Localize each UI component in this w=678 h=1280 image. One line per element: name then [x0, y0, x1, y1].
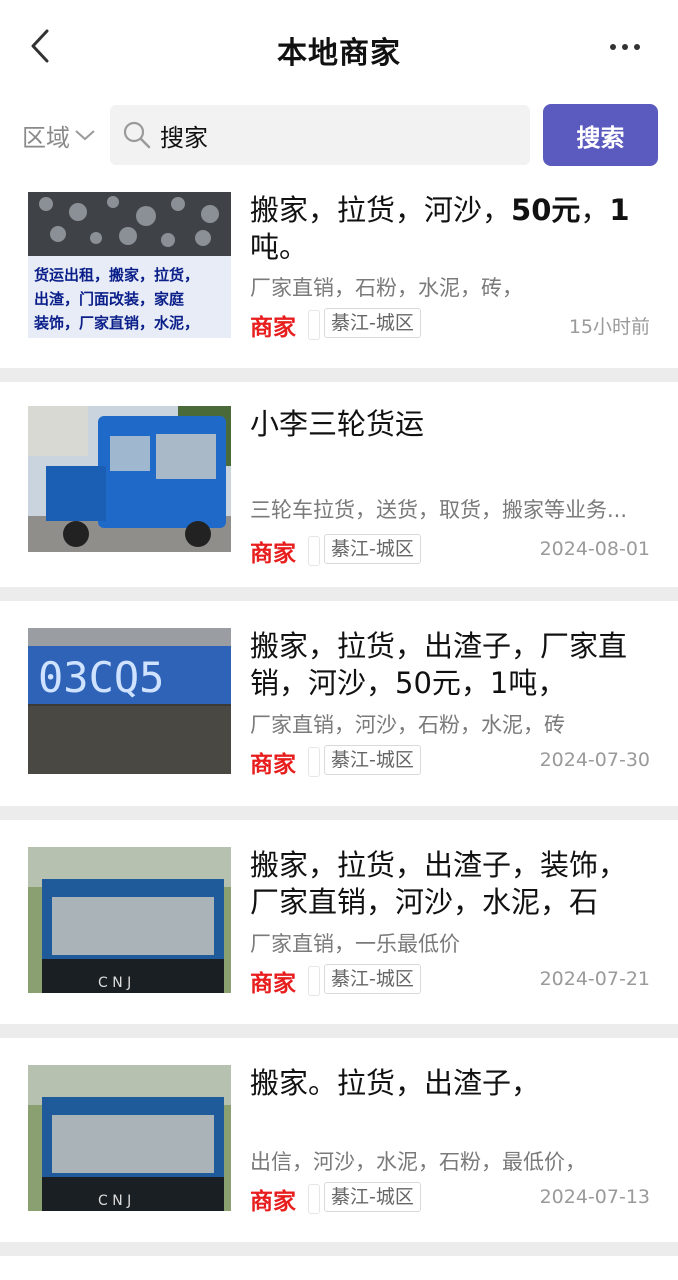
listing-title: 搬家，拉货，出渣子，装饰，厂家直销，河沙，水泥，石	[250, 848, 628, 919]
merchant-tag: 商家	[250, 315, 296, 341]
listing-meta: 商家 綦江-城区 2024-08-01	[250, 534, 650, 567]
listing-title: 搬家。拉货，出渣子，	[250, 1066, 541, 1100]
listing-time: 2024-08-01	[539, 538, 650, 560]
listing-description: 厂家直销，河沙，石粉，水泥，砖	[250, 713, 565, 737]
more-dots-icon	[610, 44, 616, 50]
svg-text:装饰，厂家直销，水泥，: 装饰，厂家直销，水泥，	[33, 314, 199, 332]
area-tag: 綦江-城区	[324, 308, 421, 338]
separator	[0, 1024, 678, 1038]
list-item[interactable]: 03CQ5 搬家，拉货，出渣子，厂家直销，河沙，50元，1吨， 厂家直销，河沙，…	[0, 601, 678, 806]
separator	[0, 587, 678, 601]
merchant-tag: 商家	[250, 971, 296, 997]
svg-text:出渣，门面改装，家庭: 出渣，门面改装，家庭	[34, 290, 185, 308]
listing-description: 厂家直销，一乐最低价	[250, 932, 460, 956]
search-field[interactable]	[110, 105, 530, 165]
search-icon	[122, 120, 152, 150]
region-dropdown[interactable]: 区域	[22, 118, 96, 152]
search-row: 区域 搜索	[0, 100, 678, 170]
app-header: 本地商家	[0, 0, 678, 95]
merchant-tag: 商家	[250, 1189, 296, 1215]
area-tag: 綦江-城区	[324, 964, 421, 994]
tag-divider	[308, 536, 320, 566]
listing-meta: 商家 綦江-城区 2024-07-21	[250, 964, 650, 997]
area-tag: 綦江-城区	[324, 1182, 421, 1212]
separator	[0, 1242, 678, 1256]
separator	[0, 368, 678, 382]
listing-description: 三轮车拉货，送货，取货，搬家等业务...	[250, 498, 628, 522]
listing-time: 2024-07-21	[539, 968, 650, 990]
svg-text:C N J: C N J	[98, 1193, 131, 1209]
plate-text: 03CQ5	[38, 653, 164, 702]
listing-time: 15小时前	[568, 316, 650, 338]
listing-title: 小李三轮货运	[250, 407, 425, 441]
svg-text:C N J: C N J	[98, 975, 131, 991]
list-item[interactable]: C N J 搬家，拉货，出渣子，装饰，厂家直销，河沙，水泥，石 厂家直销，一乐最…	[0, 820, 678, 1024]
list-item[interactable]: 货运出租，搬家，拉货， 出渣，门面改装，家庭 装饰，厂家直销，水泥， 搬家，拉货…	[0, 170, 678, 368]
listing-meta: 商家 綦江-城区 15小时前	[250, 308, 650, 341]
tag-divider	[308, 310, 320, 340]
listing-thumbnail: 货运出租，搬家，拉货， 出渣，门面改装，家庭 装饰，厂家直销，水泥，	[28, 192, 231, 338]
area-tag: 綦江-城区	[324, 745, 421, 775]
page-title: 本地商家	[277, 36, 401, 71]
more-button[interactable]	[602, 30, 648, 64]
tag-divider	[308, 747, 320, 777]
listing-description: 出信，河沙，水泥，石粉，最低价，	[250, 1150, 586, 1174]
area-tag: 綦江-城区	[324, 534, 421, 564]
listing-title: 搬家，拉货，河沙，50元，1吨。	[250, 193, 630, 264]
listing-meta: 商家 綦江-城区 2024-07-30	[250, 745, 650, 778]
search-button[interactable]: 搜索	[543, 104, 658, 166]
list-item[interactable]: C N J 搬家。拉货，出渣子， 出信，河沙，水泥，石粉，最低价， 商家 綦江-…	[0, 1038, 678, 1242]
search-input[interactable]	[158, 120, 512, 150]
tag-divider	[308, 966, 320, 996]
listing-meta: 商家 綦江-城区 2024-07-13	[250, 1182, 650, 1215]
listing-thumbnail: C N J	[28, 847, 231, 993]
listing-title: 搬家，拉货，出渣子，厂家直销，河沙，50元，1吨，	[250, 629, 628, 700]
separator	[0, 806, 678, 820]
listing-time: 2024-07-30	[539, 749, 650, 771]
list-item[interactable]: 小李三轮货运 三轮车拉货，送货，取货，搬家等业务... 商家 綦江-城区 202…	[0, 382, 678, 587]
merchant-tag: 商家	[250, 541, 296, 567]
listing-time: 2024-07-13	[539, 1186, 650, 1208]
tag-divider	[308, 1184, 320, 1214]
svg-text:货运出租，搬家，拉货，: 货运出租，搬家，拉货，	[34, 266, 199, 284]
listing-description: 厂家直销，石粉，水泥，砖，	[250, 276, 523, 300]
region-label: 区域	[22, 123, 70, 152]
chevron-down-icon	[75, 130, 95, 141]
merchant-tag: 商家	[250, 752, 296, 778]
merchant-list: 货运出租，搬家，拉货， 出渣，门面改装，家庭 装饰，厂家直销，水泥， 搬家，拉货…	[0, 170, 678, 1256]
listing-thumbnail: 03CQ5	[28, 628, 231, 774]
listing-thumbnail: C N J	[28, 1065, 231, 1211]
listing-thumbnail	[28, 406, 231, 552]
